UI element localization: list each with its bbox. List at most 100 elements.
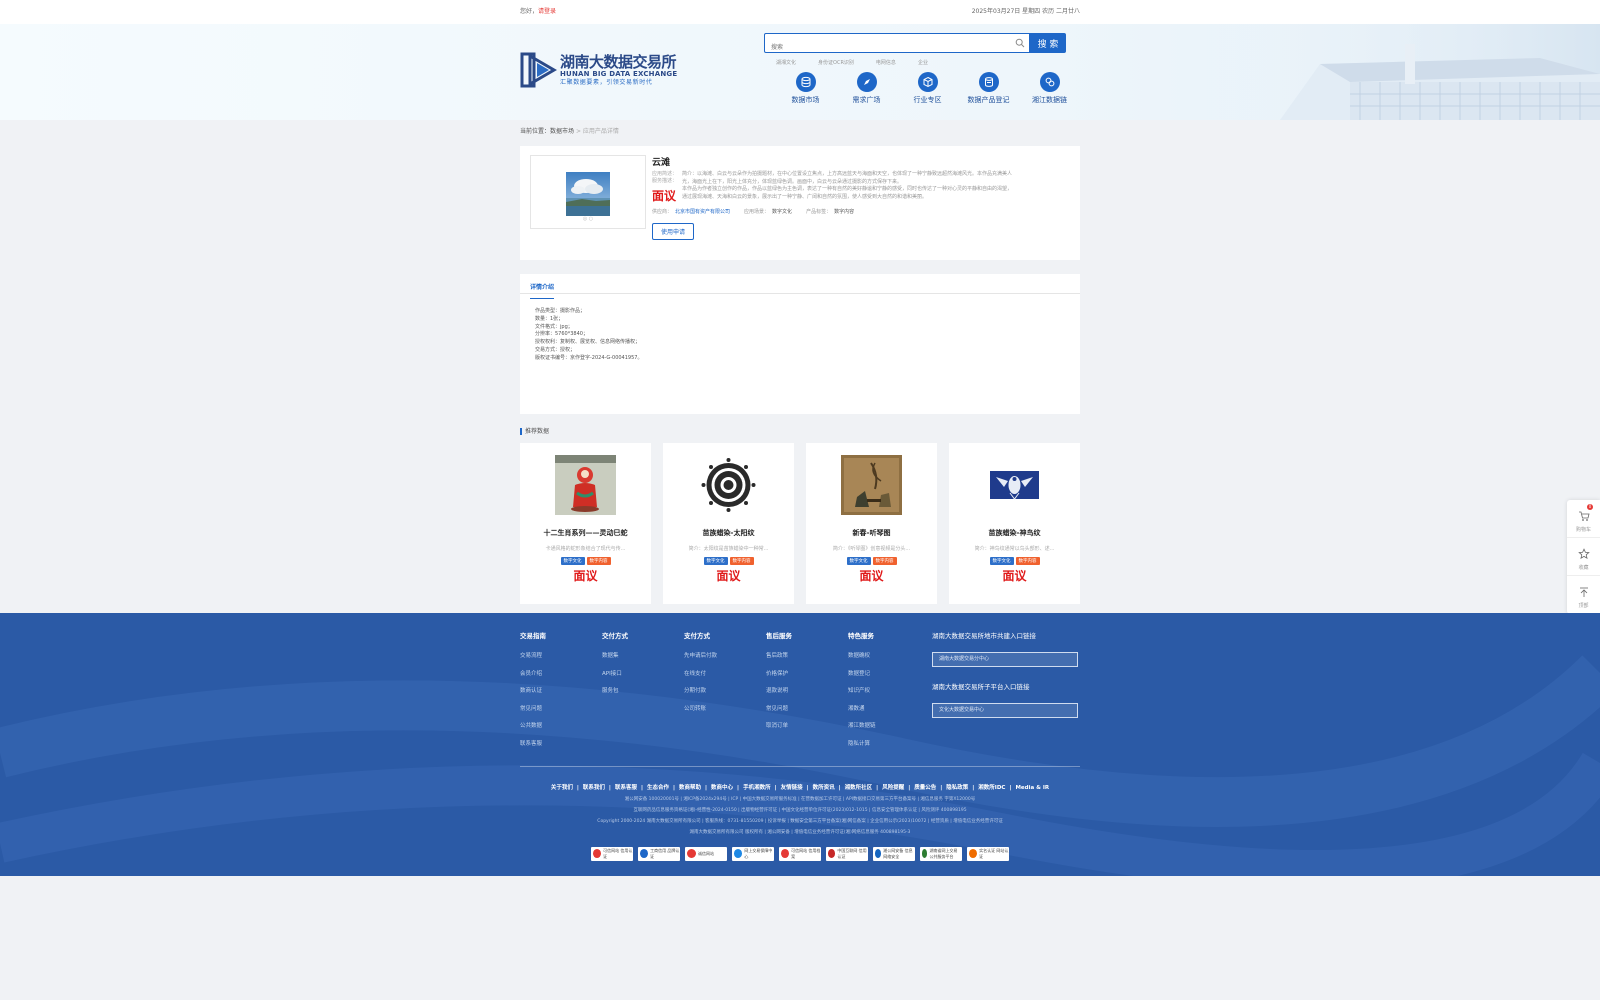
top-bar: 您好，请登录 2025年03月27日 星期四 农历 二月廿八 xyxy=(0,0,1600,24)
badge-emblem-icon xyxy=(687,849,696,859)
footer-link[interactable]: 交易流程 xyxy=(520,648,602,666)
certification-badge[interactable]: 中国互联网 信用认证 xyxy=(826,846,868,861)
certification-badge[interactable]: 可信网站 信用认证 xyxy=(591,846,633,861)
recommend-heading: 推荐数据 xyxy=(520,428,1080,435)
footer-link[interactable]: 售后政策 xyxy=(766,648,848,666)
recommend-card[interactable]: 苗族蜡染-太阳纹 简介：太阳纹是苗族蜡染中一种常... 数字文化 数字内容 面议 xyxy=(663,443,794,604)
badge-emblem-icon xyxy=(734,849,743,859)
certification-badge[interactable]: 可信网站 信用档案 xyxy=(779,846,821,861)
hotword[interactable]: 电网信息 xyxy=(876,59,896,66)
footer-link[interactable]: 数商认证 xyxy=(520,683,602,701)
footer-link[interactable]: 数据集 xyxy=(602,648,684,666)
header: 湖南大数据交易所 HUNAN BIG DATA EXCHANGE 汇聚数据要素，… xyxy=(0,24,1600,120)
recommend-title: 十二生肖系列——灵动巳蛇 xyxy=(543,529,628,537)
footer-bottom-link[interactable]: 隐私政策 xyxy=(946,785,968,791)
certification-badge[interactable]: 实名认证 网站认证 xyxy=(967,846,1009,861)
footer-link[interactable]: 知识产权 xyxy=(848,683,930,701)
footer-link[interactable]: API接口 xyxy=(602,666,684,684)
certification-badge[interactable]: 湘公网安备 信息网络安全 xyxy=(873,846,915,861)
footer-link[interactable]: 湘江数据链 xyxy=(848,718,930,736)
footer-link[interactable]: 在线支付 xyxy=(684,666,766,684)
certification-badge[interactable]: 网上交易保障中心 xyxy=(732,846,774,861)
breadcrumb: 当前位置：数据市场 > 应用产品详情 xyxy=(520,128,619,135)
login-link[interactable]: 请登录 xyxy=(538,8,556,15)
footer-bottom-link[interactable]: 手机湘数所 xyxy=(743,785,771,791)
separator: | xyxy=(705,784,708,791)
tag-badge: 数字内容 xyxy=(1015,557,1040,565)
footer-link[interactable]: 联系客服 xyxy=(520,736,602,754)
nav-item-demand-square[interactable]: 需求广场 xyxy=(836,72,897,105)
footer-link[interactable]: 分期付款 xyxy=(684,683,766,701)
recommend-card[interactable]: 十二生肖系列——灵动巳蛇 卡通风格的蛇形象结合了现代与传... 数字文化 数字内容… xyxy=(520,443,651,604)
footer-bottom-link[interactable]: 湘数所社区 xyxy=(845,785,873,791)
nav-item-industry-zone[interactable]: 行业专区 xyxy=(897,72,958,105)
subplatform-select[interactable]: 文化大数据交易中心 xyxy=(932,703,1078,718)
footer-link[interactable]: 常见问题 xyxy=(766,701,848,719)
certification-badge[interactable]: 湖南省网上交易 公共服务平台 xyxy=(920,846,962,861)
product-image[interactable] xyxy=(566,172,610,216)
footer-bottom-link[interactable]: 友情链接 xyxy=(781,785,803,791)
footer-link[interactable]: 公共数据 xyxy=(520,718,602,736)
city-portal-select[interactable]: 湖南大数据交易分中心 xyxy=(932,652,1078,667)
footer-link[interactable]: 公司转账 xyxy=(684,701,766,719)
certification-badge[interactable]: 工商信用 品牌认证 xyxy=(638,846,680,861)
logo[interactable]: 湖南大数据交易所 HUNAN BIG DATA EXCHANGE 汇聚数据要素，… xyxy=(520,50,677,90)
footer-link[interactable]: 价格保护 xyxy=(766,666,848,684)
certification-badge[interactable]: 诚信网站 xyxy=(685,846,727,861)
footer-link[interactable]: 湘数通 xyxy=(848,701,930,719)
footer-link[interactable]: 常见问题 xyxy=(520,701,602,719)
cart-icon xyxy=(1578,511,1590,521)
badge-emblem-icon xyxy=(969,849,978,859)
apply-button[interactable]: 使用申请 xyxy=(652,223,695,240)
product-meta: 供应商： 北京市国有资产有限公司 应用场景： 数字文化 产品标签： 数字内容 xyxy=(652,208,855,215)
nav-item-product-register[interactable]: 数据产品登记 xyxy=(958,72,1019,105)
footer-bottom-link[interactable]: 生态合作 xyxy=(647,785,669,791)
footer-bottom-link[interactable]: 数商中心 xyxy=(711,785,733,791)
footer-link[interactable]: 先申请后付款 xyxy=(684,648,766,666)
recommend-card[interactable]: 新春-听琴图 简介：《听琴图》创意视频是分头... 数字文化 数字内容 面议 xyxy=(806,443,937,604)
footer-link[interactable]: 数据登记 xyxy=(848,666,930,684)
footer-bottom-link[interactable]: Media & IR xyxy=(1015,785,1049,791)
footer-bottom-link[interactable]: 数商帮助 xyxy=(679,785,701,791)
footer-bottom-link[interactable]: 联系我们 xyxy=(583,785,605,791)
nav-item-data-market[interactable]: 数据市场 xyxy=(775,72,836,105)
footer-bottom-link[interactable]: 风险提醒 xyxy=(882,785,904,791)
hotword[interactable]: 企业 xyxy=(918,59,928,66)
footer-col-delivery: 交付方式 数据集 API接口 服务包 xyxy=(602,630,684,754)
hotword[interactable]: 身份证OCR识别 xyxy=(818,59,854,66)
scene-value: 数字文化 xyxy=(772,209,793,215)
image-pager-dots[interactable]: ◎ ○ xyxy=(531,216,645,222)
star-icon xyxy=(1577,548,1590,560)
footer-bottom-link[interactable]: 质量公告 xyxy=(914,785,936,791)
footer-bottom-link[interactable]: 联系客服 xyxy=(615,785,637,791)
hotword[interactable]: 湖湘文化 xyxy=(776,59,796,66)
back-to-top-button[interactable]: 顶部 xyxy=(1567,576,1600,614)
tab-detail[interactable]: 详情介绍 xyxy=(530,278,555,299)
tag-badge: 数字内容 xyxy=(872,557,897,565)
badge-emblem-icon xyxy=(875,849,882,859)
nav-item-xiangjiang-chain[interactable]: 湘江数据链 xyxy=(1019,72,1080,105)
favorite-button[interactable]: 收藏 xyxy=(1567,538,1600,576)
search-icon[interactable] xyxy=(1015,38,1025,48)
footer-link[interactable]: 取消订单 xyxy=(766,718,848,736)
hotwords: 湖湘文化 身份证OCR识别 电网信息 企业 xyxy=(776,59,950,66)
supplier-link[interactable]: 北京市国有资产有限公司 xyxy=(675,208,730,215)
footer-link[interactable]: 退款说明 xyxy=(766,683,848,701)
separator: | xyxy=(940,784,943,791)
recommend-card[interactable]: 苗族蜡染-神鸟纹 简介：神鸟纹通常以鸟头部形、述... 数字文化 数字内容 面议 xyxy=(949,443,1080,604)
footer-bottom-links: 关于我们 | 联系我们 | 联系客服 | 生态合作 | 数商帮助 | 数商中心 | 手机湘数所 | 友情链接… xyxy=(520,783,1080,791)
footer-link[interactable]: 隐私计算 xyxy=(848,736,930,754)
footer-link[interactable]: 数据确权 xyxy=(848,648,930,666)
search-button[interactable]: 搜 索 xyxy=(1030,33,1066,53)
footer-divider xyxy=(520,765,1080,767)
footer-bottom-link[interactable]: 湘数所IDC xyxy=(978,785,1005,791)
recommend-desc: 简介：《听琴图》创意视频是分头... xyxy=(832,546,911,552)
breadcrumb-link-data-market[interactable]: 数据市场 xyxy=(550,128,574,135)
footer-link[interactable]: 服务包 xyxy=(602,683,684,701)
search-input[interactable] xyxy=(765,38,1005,57)
footer-link[interactable]: 会员介绍 xyxy=(520,666,602,684)
building-backdrop-image xyxy=(1200,24,1600,120)
cart-button[interactable]: 0 购物车 xyxy=(1567,500,1600,538)
footer-bottom-link[interactable]: 关于我们 xyxy=(551,785,573,791)
footer-bottom-link[interactable]: 数所资讯 xyxy=(813,785,835,791)
